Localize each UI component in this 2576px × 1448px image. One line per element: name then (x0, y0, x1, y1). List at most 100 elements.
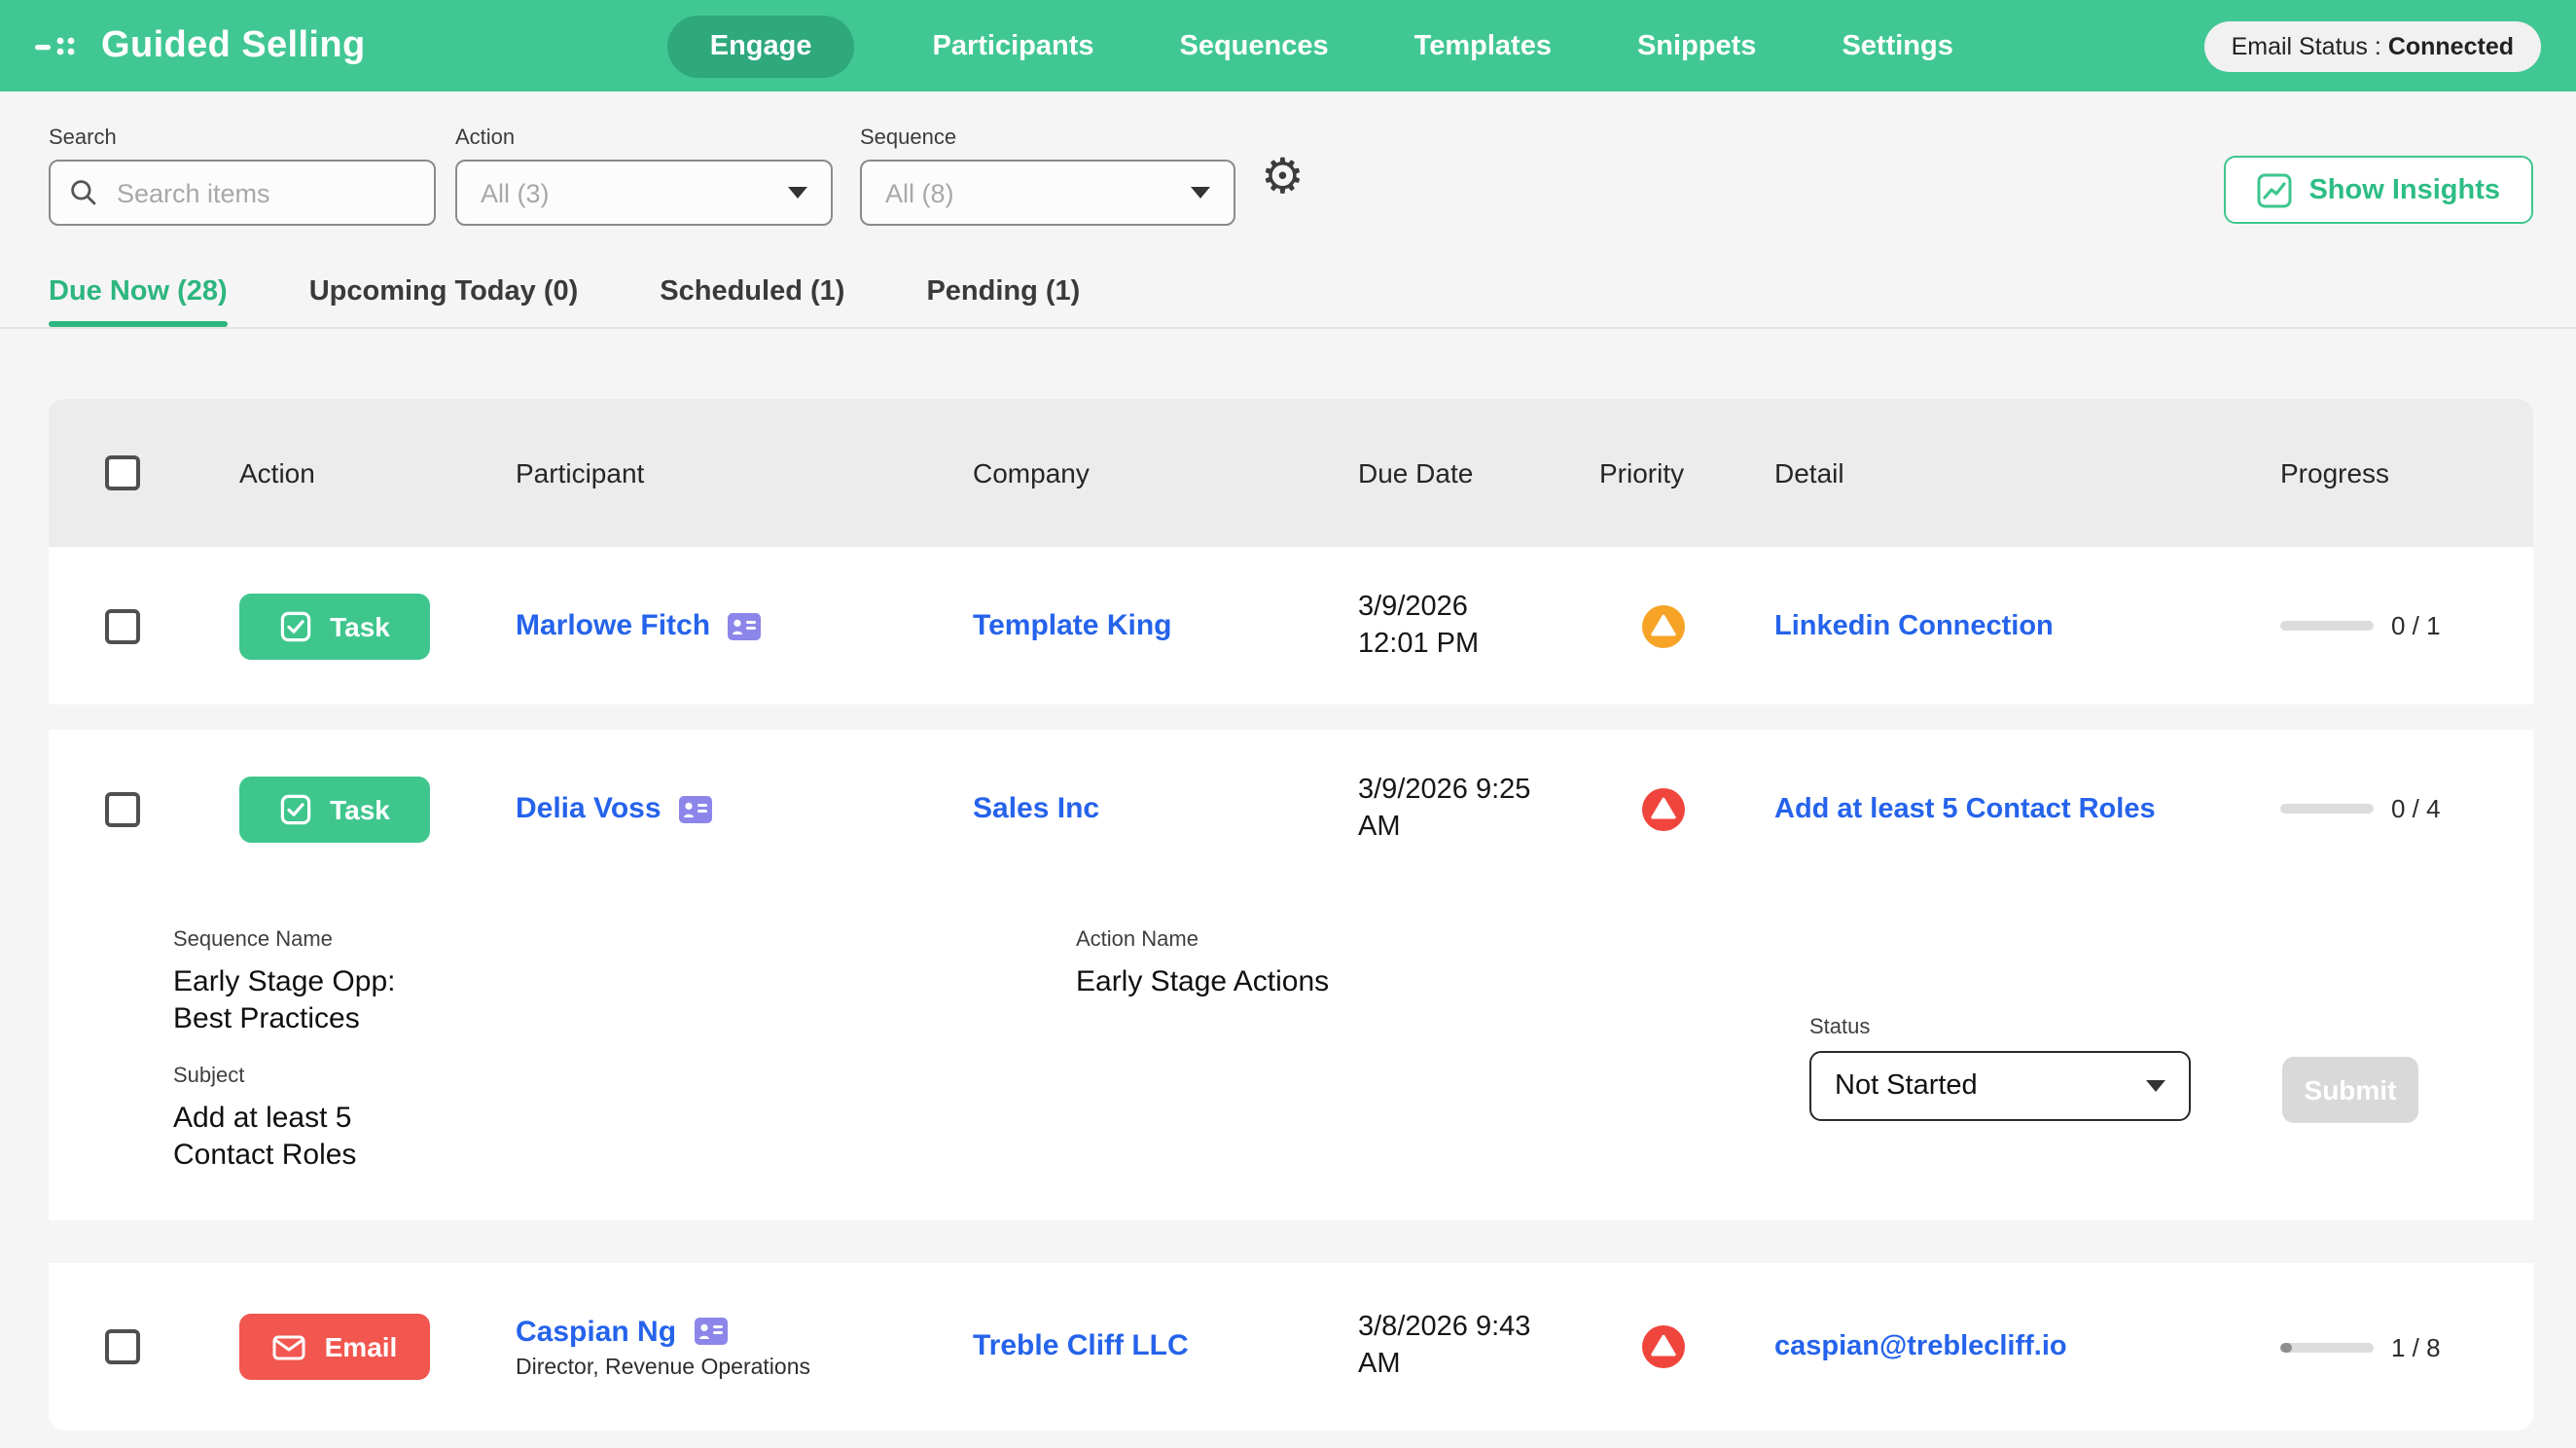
chevron-down-icon (788, 187, 807, 199)
progress-text: 0 / 1 (2391, 611, 2441, 640)
show-insights-label: Show Insights (2308, 174, 2500, 205)
row-checkbox[interactable] (105, 791, 140, 826)
sequence-filter-group: Sequence All (8) (860, 127, 1235, 226)
search-box (49, 160, 436, 226)
participant-title: Director, Revenue Operations (516, 1356, 930, 1379)
app-header: Guided Selling Engage Participants Seque… (0, 0, 2576, 91)
tab-pending[interactable]: Pending (1) (926, 276, 1080, 327)
participant-link[interactable]: Caspian Ng (516, 1315, 676, 1348)
chevron-down-icon (1191, 187, 1210, 199)
col-action: Action (197, 457, 473, 489)
due-date: 3/9/2026 12:01 PM (1358, 589, 1576, 663)
status-value: Not Started (1835, 1070, 1978, 1102)
search-label: Search (49, 127, 436, 150)
action-name-value: Early Stage Actions (1076, 963, 1329, 1000)
envelope-icon (272, 1334, 305, 1359)
search-input[interactable] (113, 176, 414, 209)
row-checkbox[interactable] (105, 1329, 140, 1364)
sequence-filter-label: Sequence (860, 127, 1235, 150)
task-button[interactable]: Task (239, 776, 430, 842)
priority-high-icon (1642, 787, 1685, 830)
nav-engage[interactable]: Engage (667, 15, 855, 77)
brand-icon (35, 30, 86, 61)
task-check-icon (279, 793, 310, 824)
company-link[interactable]: Treble Cliff LLC (973, 1329, 1189, 1362)
search-icon (70, 177, 97, 208)
sequence-filter-select[interactable]: All (8) (860, 160, 1235, 226)
sequence-filter-value: All (8) (885, 178, 954, 207)
due-date: 3/8/2026 9:43 AM (1358, 1310, 1576, 1384)
tasks-table: Action Participant Company Due Date Prio… (49, 399, 2533, 1430)
email-button[interactable]: Email (239, 1314, 430, 1380)
priority-medium-icon (1642, 604, 1685, 647)
tab-scheduled[interactable]: Scheduled (1) (660, 276, 844, 327)
table-header-row: Action Participant Company Due Date Prio… (49, 399, 2533, 547)
nav-templates[interactable]: Templates (1407, 15, 1559, 77)
task-button-label: Task (330, 793, 390, 824)
chevron-down-icon (2146, 1080, 2165, 1092)
expanded-task-panel: Sequence Name Early Stage Opp: Best Prac… (49, 887, 2533, 1220)
col-due-date: Due Date (1315, 457, 1576, 489)
company-link[interactable]: Sales Inc (973, 791, 1099, 824)
settings-gear-icon[interactable]: ⚙ (1261, 154, 1305, 202)
nav-sequences[interactable]: Sequences (1172, 15, 1337, 77)
subject-value: Add at least 5 Contact Roles (173, 1100, 391, 1174)
select-all-checkbox[interactable] (105, 455, 140, 490)
brand: Guided Selling (35, 24, 424, 67)
due-date: 3/9/2026 9:25 AM (1358, 772, 1576, 846)
email-status-badge: Email Status : Connected (2204, 20, 2541, 71)
action-filter-label: Action (455, 127, 833, 150)
task-button[interactable]: Task (239, 593, 430, 659)
tabs-divider (0, 327, 2576, 329)
status-select[interactable]: Not Started (1809, 1051, 2191, 1121)
contact-card-icon[interactable] (694, 1318, 727, 1345)
detail-link[interactable]: Linkedin Connection (1774, 610, 2054, 641)
nav-participants[interactable]: Participants (925, 15, 1102, 77)
tab-upcoming-today[interactable]: Upcoming Today (0) (309, 276, 579, 327)
progress-cell: 0 / 1 (2237, 611, 2533, 640)
participant-link[interactable]: Delia Voss (516, 792, 662, 825)
col-participant: Participant (473, 457, 930, 489)
nav-settings[interactable]: Settings (1834, 15, 1960, 77)
company-link[interactable]: Template King (973, 608, 1171, 641)
col-progress: Progress (2237, 457, 2533, 489)
progress-bar (2280, 1342, 2374, 1352)
col-company: Company (930, 457, 1315, 489)
row-checkbox[interactable] (105, 608, 140, 643)
table-row-expanded[interactable]: Task Delia Voss Sal (49, 730, 2533, 1220)
col-detail: Detail (1751, 457, 2237, 489)
progress-text: 1 / 8 (2391, 1332, 2441, 1361)
email-link[interactable]: caspian@treblecliff.io (1774, 1331, 2067, 1362)
progress-bar (2280, 621, 2374, 631)
priority-high-icon (1642, 1325, 1685, 1368)
contact-card-icon[interactable] (679, 795, 712, 822)
sequence-name-value: Early Stage Opp: Best Practices (173, 963, 426, 1037)
task-button-label: Task (330, 610, 390, 641)
action-filter-group: Action All (3) (455, 127, 833, 226)
action-filter-value: All (3) (481, 178, 550, 207)
email-status-label: Email Status : (2232, 32, 2381, 59)
nav-snippets[interactable]: Snippets (1629, 15, 1764, 77)
contact-card-icon[interactable] (728, 612, 761, 639)
show-insights-button[interactable]: Show Insights (2223, 156, 2533, 224)
status-label: Status (1809, 1016, 2191, 1039)
progress-cell: 1 / 8 (2237, 1332, 2533, 1361)
participant-link[interactable]: Marlowe Fitch (516, 609, 710, 642)
filter-bar: Search Action All (3) Sequence All (8) (0, 91, 2576, 276)
progress-cell: 0 / 4 (2237, 794, 2533, 823)
table-row[interactable]: Email Caspian Ng Director, (49, 1263, 2533, 1430)
row-gap (49, 1220, 2533, 1263)
table-row[interactable]: Task Marlowe Fitch (49, 547, 2533, 705)
action-filter-select[interactable]: All (3) (455, 160, 833, 226)
subject-label: Subject (173, 1065, 426, 1088)
progress-text: 0 / 4 (2391, 794, 2441, 823)
row-gap (49, 705, 2533, 730)
email-button-label: Email (325, 1331, 398, 1362)
progress-bar (2280, 804, 2374, 814)
search-group: Search (49, 127, 436, 226)
submit-button[interactable]: Submit (2282, 1057, 2418, 1123)
chart-icon (2256, 172, 2291, 207)
detail-link[interactable]: Add at least 5 Contact Roles (1774, 793, 2156, 824)
tab-due-now[interactable]: Due Now (28) (49, 276, 228, 327)
queue-tabs: Due Now (28) Upcoming Today (0) Schedule… (0, 276, 2576, 327)
